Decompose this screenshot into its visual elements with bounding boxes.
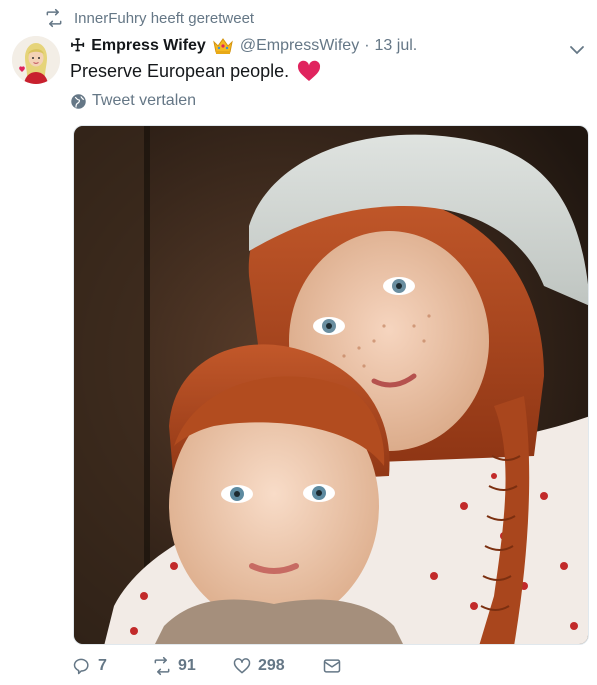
cross-symbol: ☩ [70, 36, 86, 55]
display-name[interactable]: Empress Wifey [91, 37, 206, 55]
tweet-body: Preserve European people. [70, 60, 321, 82]
retweet-count: 91 [178, 657, 196, 674]
translate-link[interactable]: Tweet vertalen [70, 92, 196, 110]
retweet-context[interactable]: InnerFuhry heeft geretweet [44, 8, 254, 28]
tweet-actions: 7 91 298 [72, 656, 348, 676]
retweet-context-label: InnerFuhry heeft geretweet [74, 9, 255, 27]
tweet-text: Preserve European people. [70, 60, 290, 81]
envelope-icon [323, 659, 341, 673]
tweet-date[interactable]: 13 jul. [375, 37, 418, 55]
translate-label: Tweet vertalen [92, 92, 197, 109]
heart-icon [298, 60, 321, 81]
tweet-photo[interactable] [73, 125, 589, 645]
reply-count: 7 [98, 657, 107, 674]
retweet-icon [46, 8, 62, 28]
chevron-down-icon[interactable] [567, 40, 587, 60]
retweet-button[interactable]: 91 [152, 656, 232, 676]
avatar[interactable] [12, 36, 60, 84]
user-handle[interactable]: @EmpressWifey [240, 37, 359, 55]
crown-icon [213, 38, 233, 54]
reply-icon [73, 658, 89, 675]
reply-button[interactable]: 7 [72, 656, 152, 676]
tweet-header: ☩ Empress Wifey @EmpressWifey · 13 jul. [70, 36, 417, 56]
retweet-icon [154, 656, 170, 676]
like-button[interactable]: 298 [232, 656, 322, 676]
heart-outline-icon [233, 658, 251, 674]
direct-message-button[interactable] [322, 656, 348, 676]
globe-icon [71, 93, 86, 109]
separator: · [364, 37, 370, 54]
like-count: 298 [258, 657, 285, 674]
